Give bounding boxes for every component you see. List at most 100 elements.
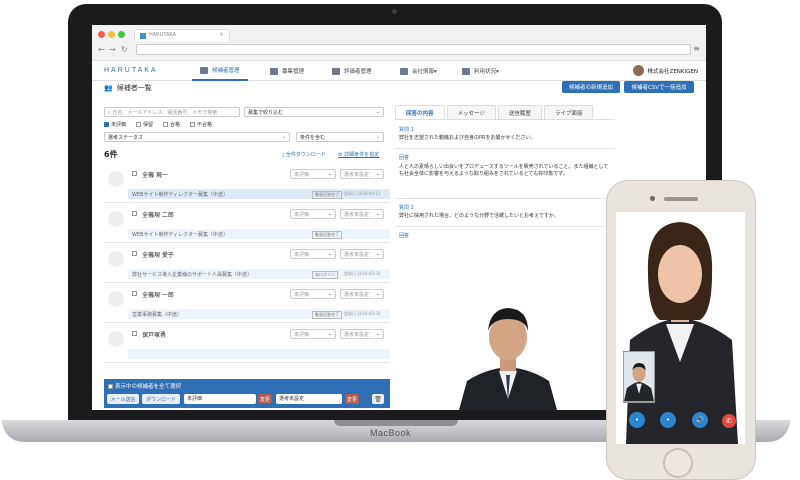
- laptop-camera: [392, 9, 397, 14]
- candidate-name[interactable]: 保戸塚勇: [142, 330, 166, 339]
- divider: [395, 148, 615, 149]
- select-value: 未評価: [294, 212, 310, 218]
- divider: [395, 198, 615, 199]
- eval-select[interactable]: 未評価 ⌄: [290, 169, 336, 179]
- page-title: 👥 候補者一覧: [104, 83, 152, 93]
- nav-company[interactable]: 会社情報▾: [392, 61, 445, 81]
- status-select[interactable]: 選考未設定 ⌄: [340, 209, 384, 219]
- avatar: [632, 65, 644, 76]
- table-row[interactable]: 全機 現一 WEBサイト制作ディレクター募集（中途） 未評価 ⌄ 選考未設定 ⌄ 動画回答完…: [104, 163, 390, 203]
- status-badge: 動画回答完了: [312, 311, 342, 319]
- chevron-down-icon: ⌄: [327, 331, 332, 337]
- checkbox-label: 不合格: [197, 122, 213, 128]
- checkbox-icon: [108, 384, 113, 389]
- trash-icon[interactable]: 🗑: [372, 394, 384, 404]
- self-view-pip[interactable]: [623, 351, 655, 403]
- forward-icon[interactable]: →: [109, 45, 116, 54]
- checkbox-hold[interactable]: 保留: [136, 121, 153, 128]
- tab-history[interactable]: 送信履歴: [497, 105, 542, 119]
- menu-icon[interactable]: ≡: [693, 44, 700, 53]
- job-title: 営業事務募集（中途）: [132, 312, 183, 318]
- chart-icon: [462, 67, 470, 75]
- checkbox-unrated[interactable]: 未評価: [104, 121, 126, 128]
- add-candidate-button[interactable]: 候補者の新規追加: [562, 81, 620, 93]
- table-row[interactable]: 全機現 二郎 WEBサイト制作ディレクター募集（中途） 未評価 ⌄ 選考未設定 ⌄ 動画回答…: [104, 203, 390, 243]
- candidate-name[interactable]: 全機現 二郎: [142, 210, 174, 219]
- chevron-down-icon: ⌄: [281, 134, 286, 140]
- avatar: [108, 171, 124, 187]
- select-all-checkbox[interactable]: 表示中の候補者を全て選択: [108, 382, 181, 390]
- eval-select[interactable]: 未評価 ⌄: [290, 289, 336, 299]
- nav-usage[interactable]: 利用状況▾: [454, 61, 507, 81]
- selection-status-select[interactable]: 選考ステータス ⌄: [104, 132, 290, 142]
- tab-answers[interactable]: 回答の内容: [395, 105, 445, 119]
- table-row[interactable]: 保戸塚勇 未評価 ⌄ 選考未設定 ⌄: [104, 323, 390, 363]
- apply-eval-button[interactable]: 変更: [258, 394, 272, 404]
- search-input[interactable]: ⌕ 氏名、メールアドレス、電話番号、メモで検索: [104, 107, 240, 117]
- chevron-down-icon: ⌄: [327, 171, 332, 177]
- eval-select[interactable]: 未評価 ⌄: [290, 209, 336, 219]
- row-checkbox[interactable]: [132, 211, 137, 216]
- tab-live-interview[interactable]: ライブ面接: [543, 105, 594, 119]
- row-checkbox[interactable]: [132, 291, 137, 296]
- eval-select[interactable]: 未評価 ⌄: [290, 249, 336, 259]
- apply-status-button[interactable]: 変更: [345, 394, 359, 404]
- checkbox-pass[interactable]: 合格: [163, 121, 180, 128]
- row-bar: [128, 349, 390, 359]
- download-button[interactable]: ダウンロード: [142, 394, 180, 404]
- chevron-down-icon: ⌄: [375, 331, 380, 337]
- answer-label: 回答: [399, 233, 410, 239]
- checkbox-icon: [104, 122, 109, 127]
- bulk-status-select[interactable]: 選考未設定: [276, 394, 342, 404]
- end-call-icon[interactable]: ✆: [722, 414, 736, 428]
- speaker-icon[interactable]: 🔊: [692, 412, 708, 428]
- mic-toggle-icon[interactable]: •: [660, 412, 676, 428]
- nav-evaluators[interactable]: 評価者管理: [324, 61, 380, 81]
- close-icon[interactable]: ×: [219, 31, 224, 38]
- recruit-select[interactable]: 募集で絞り込む ⌄: [244, 107, 384, 117]
- close-dot[interactable]: [98, 31, 105, 38]
- status-select[interactable]: 選考未設定 ⌄: [340, 249, 384, 259]
- nav-candidates[interactable]: 候補者管理: [192, 61, 248, 81]
- phone-camera: [650, 196, 655, 201]
- status-select[interactable]: 選考未設定 ⌄: [340, 329, 384, 339]
- table-row[interactable]: 全機現 愛子 弊社サービス導入企業様のサポート人員募集（中途） 未評価 ⌄ 選考未設定 ⌄…: [104, 243, 390, 283]
- candidate-name[interactable]: 全機現 一郎: [142, 290, 174, 299]
- table-row[interactable]: 全機現 一郎 営業事務募集（中途） 未評価 ⌄ 選考未設定 ⌄ 動画回答完了 登録日 2018…: [104, 283, 390, 323]
- row-checkbox[interactable]: [132, 251, 137, 256]
- bulk-eval-select[interactable]: 未評価: [184, 394, 256, 404]
- question-label: 質問 2: [399, 205, 414, 211]
- avatar: [108, 331, 124, 347]
- home-button[interactable]: [663, 448, 693, 478]
- tab-messages[interactable]: メッセージ: [446, 105, 496, 119]
- back-icon[interactable]: ←: [98, 45, 105, 54]
- checkbox-fail[interactable]: 不合格: [190, 121, 212, 128]
- status-select[interactable]: 選考未設定 ⌄: [340, 169, 384, 179]
- maximize-dot[interactable]: [118, 31, 125, 38]
- address-bar[interactable]: [136, 44, 691, 55]
- logo[interactable]: HARUTAKA: [104, 67, 158, 74]
- csv-import-button[interactable]: 候補者CSVで一括追加: [624, 81, 694, 93]
- candidate-name[interactable]: 全機現 愛子: [142, 250, 174, 259]
- row-checkbox[interactable]: [132, 171, 137, 176]
- browser-chrome: HARUTAKA × ← → ↻ ≡: [92, 25, 706, 61]
- checkbox-label: 未評価: [111, 122, 127, 128]
- video-call-screen: [616, 212, 745, 444]
- row-checkbox[interactable]: [132, 331, 137, 336]
- chevron-down-icon: ⌄: [375, 109, 380, 115]
- download-all-link[interactable]: ⤓ 全件ダウンロード: [282, 151, 326, 158]
- nav-recruit[interactable]: 募集管理: [262, 61, 312, 81]
- send-mail-button[interactable]: メール送信: [107, 394, 139, 404]
- eval-select[interactable]: 未評価 ⌄: [290, 329, 336, 339]
- condition-select[interactable]: 条件を含む ⌄: [296, 132, 384, 142]
- registered-date: 登録日 2018-04-11: [344, 191, 381, 196]
- select-value: 未評価: [187, 396, 203, 402]
- candidate-name[interactable]: 全機 現一: [142, 170, 168, 179]
- camera-toggle-icon[interactable]: •: [629, 412, 645, 428]
- company-menu[interactable]: 株式会社ZENKIGEN: [632, 65, 698, 76]
- minimize-dot[interactable]: [108, 31, 115, 38]
- status-select[interactable]: 選考未設定 ⌄: [340, 289, 384, 299]
- browser-tab[interactable]: HARUTAKA ×: [134, 29, 230, 41]
- reload-icon[interactable]: ↻: [121, 45, 128, 54]
- advanced-filter-link[interactable]: ⚙ 詳細条件を指定: [338, 151, 379, 158]
